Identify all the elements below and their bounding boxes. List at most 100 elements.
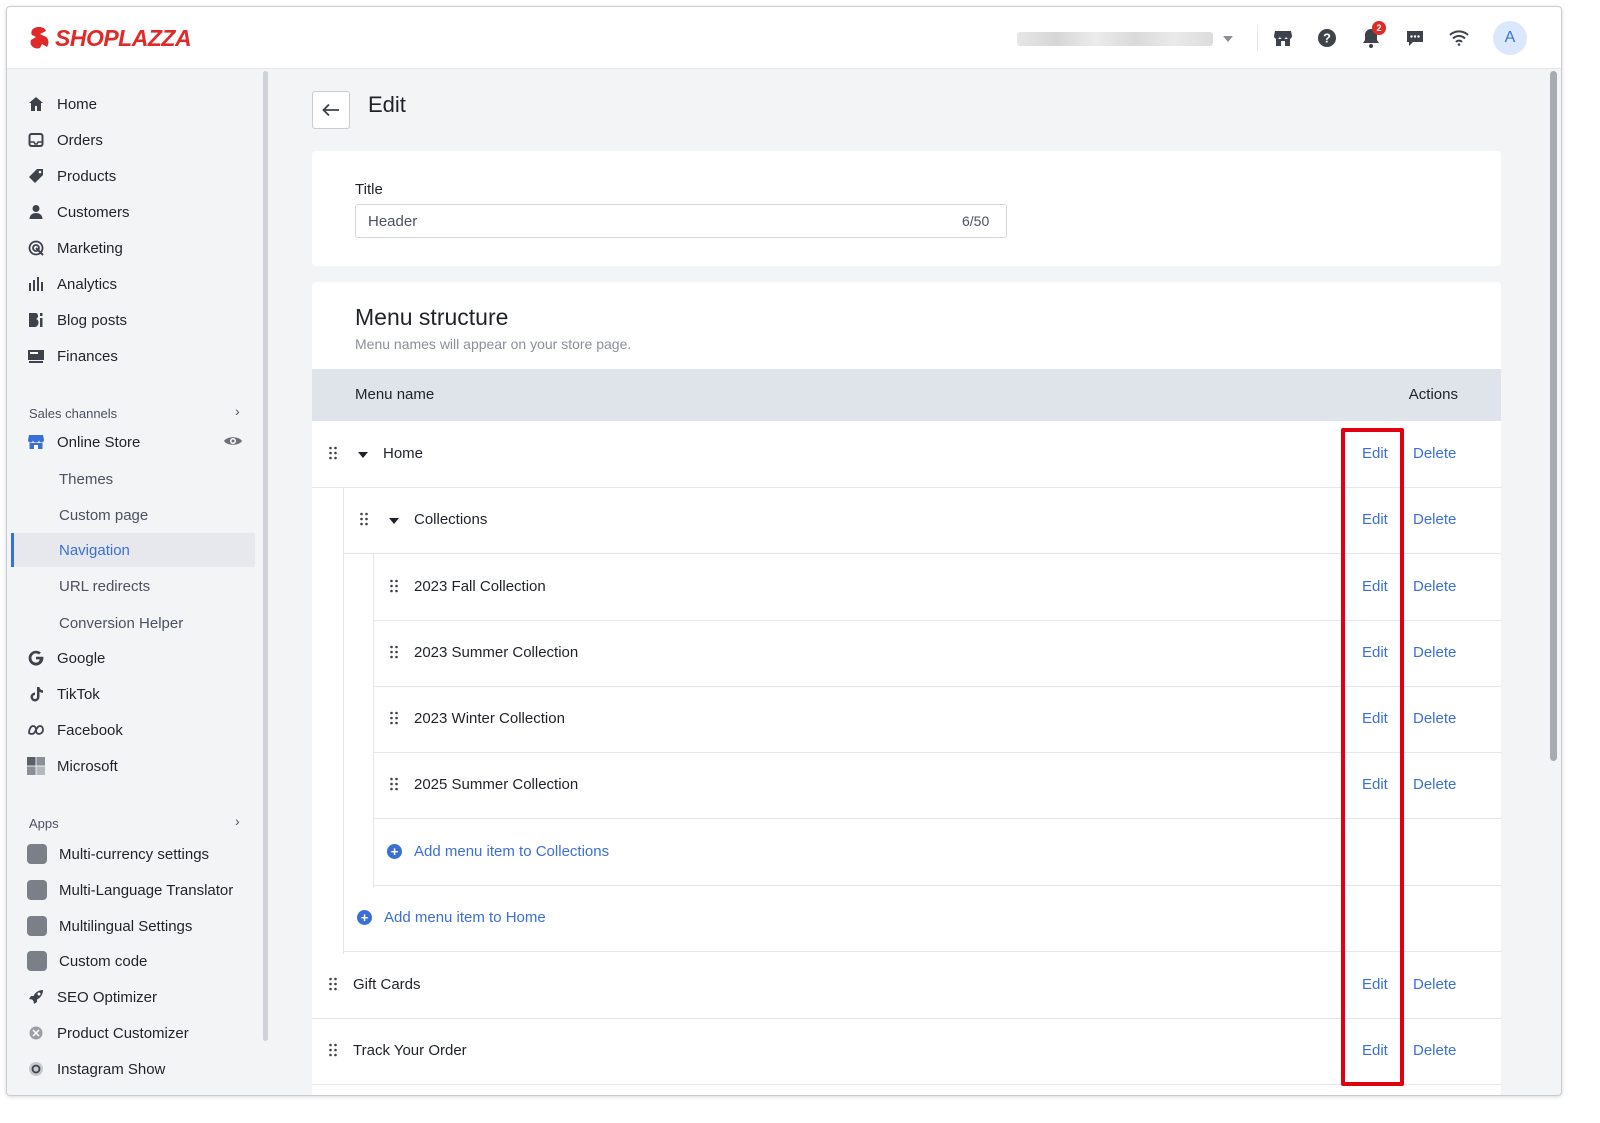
menu-structure-heading: Menu structure xyxy=(355,304,509,330)
title-input[interactable] xyxy=(355,204,1007,238)
help-icon[interactable]: ? xyxy=(1316,27,1338,49)
store-icon[interactable] xyxy=(1272,27,1294,49)
sidebar-item-label: URL redirects xyxy=(59,577,151,595)
drag-handle-icon[interactable] xyxy=(389,777,399,791)
sidebar-item-label: Custom page xyxy=(59,506,149,524)
sidebar-app-multilingual[interactable]: Multilingual Settings xyxy=(7,909,263,943)
delete-link[interactable]: Delete xyxy=(1413,644,1456,661)
finance-icon xyxy=(27,347,45,365)
table-row[interactable]: 2025 Summer Collection Edit Delete xyxy=(373,753,1501,819)
sidebar-item-customers[interactable]: Customers xyxy=(7,195,263,229)
drag-handle-icon[interactable] xyxy=(328,1043,338,1057)
sidebar-item-label: Home xyxy=(57,95,98,113)
edit-link[interactable]: Edit xyxy=(1362,1042,1388,1059)
caret-down-icon[interactable] xyxy=(358,452,368,458)
sidebar-item-custom-page[interactable]: Custom page xyxy=(7,498,263,532)
sidebar-item-label: Google xyxy=(57,649,106,667)
drag-handle-icon[interactable] xyxy=(389,645,399,659)
add-menu-item-home-link[interactable]: + Add menu item to Home xyxy=(357,909,546,926)
sidebar-item-conversion-helper[interactable]: Conversion Helper xyxy=(7,606,263,640)
edit-link[interactable]: Edit xyxy=(1362,710,1388,727)
drag-handle-icon[interactable] xyxy=(328,446,338,460)
drag-handle-icon[interactable] xyxy=(328,977,338,991)
sidebar-app-instagram-show[interactable]: Instagram Show xyxy=(7,1052,263,1086)
delete-link[interactable]: Delete xyxy=(1413,710,1456,727)
table-row[interactable]: Gift Cards Edit Delete xyxy=(312,953,1501,1019)
sidebar-item-label: Instagram Show xyxy=(57,1060,166,1078)
sidebar-item-themes[interactable]: Themes xyxy=(7,462,263,496)
caret-down-icon[interactable] xyxy=(389,518,399,524)
drag-handle-icon[interactable] xyxy=(359,512,369,526)
chevron-right-icon[interactable]: › xyxy=(235,813,240,829)
shoplazza-logo[interactable]: SHOPLAZZA xyxy=(27,23,192,53)
delete-link[interactable]: Delete xyxy=(1413,578,1456,595)
sidebar-item-label: Analytics xyxy=(57,275,118,293)
store-name-blurred xyxy=(1017,32,1213,46)
sidebar-item-tiktok[interactable]: TikTok xyxy=(7,677,263,711)
sidebar-item-finances[interactable]: Finances xyxy=(7,339,263,373)
bar-chart-icon xyxy=(27,275,45,293)
sidebar-app-seo-optimizer[interactable]: SEO Optimizer xyxy=(7,980,263,1014)
avatar[interactable]: A xyxy=(1493,21,1527,55)
table-row[interactable]: 2023 Summer Collection Edit Delete xyxy=(373,621,1501,687)
sidebar-item-navigation[interactable]: Navigation xyxy=(11,533,255,567)
orders-icon xyxy=(27,131,45,149)
menu-structure-subheading: Menu names will appear on your store pag… xyxy=(355,336,632,352)
sidebar-item-url-redirects[interactable]: URL redirects xyxy=(7,569,263,603)
sidebar-item-google[interactable]: Google xyxy=(7,641,263,675)
sidebar-item-blog-posts[interactable]: Blog posts xyxy=(7,303,263,337)
sidebar-item-microsoft[interactable]: Microsoft xyxy=(7,749,263,783)
meta-icon xyxy=(27,721,45,739)
delete-link[interactable]: Delete xyxy=(1413,976,1456,993)
plus-circle-icon: + xyxy=(357,910,372,925)
edit-link[interactable]: Edit xyxy=(1362,776,1388,793)
sidebar-app-custom-code[interactable]: Custom code xyxy=(7,944,263,978)
sidebar-item-label: Orders xyxy=(57,131,103,149)
edit-link[interactable]: Edit xyxy=(1362,511,1388,528)
sidebar-item-analytics[interactable]: Analytics xyxy=(7,267,263,301)
table-row[interactable]: 2023 Winter Collection Edit Delete xyxy=(373,687,1501,753)
sidebar-item-orders[interactable]: Orders xyxy=(7,123,263,157)
table-row[interactable]: 2023 Fall Collection Edit Delete xyxy=(373,555,1501,621)
delete-link[interactable]: Delete xyxy=(1413,776,1456,793)
notification-badge: 2 xyxy=(1372,21,1386,35)
table-row[interactable]: Home Edit Delete xyxy=(312,422,1501,488)
title-label: Title xyxy=(355,181,383,198)
sidebar-item-marketing[interactable]: Marketing xyxy=(7,231,263,265)
add-menu-item-collections-link[interactable]: + Add menu item to Collections xyxy=(387,843,609,860)
sidebar-item-label: Customers xyxy=(57,203,130,221)
sidebar-item-products[interactable]: Products xyxy=(7,159,263,193)
sidebar-app-translator[interactable]: Multi-Language Translator xyxy=(7,873,263,907)
edit-link[interactable]: Edit xyxy=(1362,445,1388,462)
edit-link[interactable]: Edit xyxy=(1362,976,1388,993)
chevron-down-icon xyxy=(1223,36,1233,42)
delete-link[interactable]: Delete xyxy=(1413,445,1456,462)
wifi-icon[interactable] xyxy=(1448,27,1470,49)
store-selector[interactable] xyxy=(1017,31,1237,47)
sidebar-scrollbar[interactable] xyxy=(263,71,268,1041)
main-scrollbar[interactable] xyxy=(1550,71,1557,761)
delete-link[interactable]: Delete xyxy=(1413,1042,1456,1059)
bell-icon[interactable]: 2 xyxy=(1360,21,1386,49)
translator-app-icon xyxy=(27,880,47,900)
sidebar-item-home[interactable]: Home xyxy=(7,87,263,121)
sidebar-app-product-customizer[interactable]: Product Customizer xyxy=(7,1016,263,1050)
chevron-right-icon[interactable]: › xyxy=(235,403,240,419)
drag-handle-icon[interactable] xyxy=(389,579,399,593)
sidebar-item-online-store[interactable]: Online Store xyxy=(7,425,263,459)
eye-icon[interactable] xyxy=(223,434,243,452)
chat-icon[interactable] xyxy=(1404,27,1426,49)
home-icon xyxy=(27,95,45,113)
table-row[interactable]: Collections Edit Delete xyxy=(343,488,1501,554)
edit-link[interactable]: Edit xyxy=(1362,578,1388,595)
menu-item-name: Track Your Order xyxy=(353,1042,467,1059)
drag-handle-icon[interactable] xyxy=(389,711,399,725)
back-button[interactable] xyxy=(312,91,350,129)
sidebar-app-multi-currency[interactable]: Multi-currency settings xyxy=(7,837,263,871)
sales-channels-label: Sales channels xyxy=(29,406,118,421)
delete-link[interactable]: Delete xyxy=(1413,511,1456,528)
character-count: 6/50 xyxy=(962,213,990,229)
edit-link[interactable]: Edit xyxy=(1362,644,1388,661)
table-row[interactable]: Track Your Order Edit Delete xyxy=(312,1019,1501,1085)
sidebar-item-facebook[interactable]: Facebook xyxy=(7,713,263,747)
